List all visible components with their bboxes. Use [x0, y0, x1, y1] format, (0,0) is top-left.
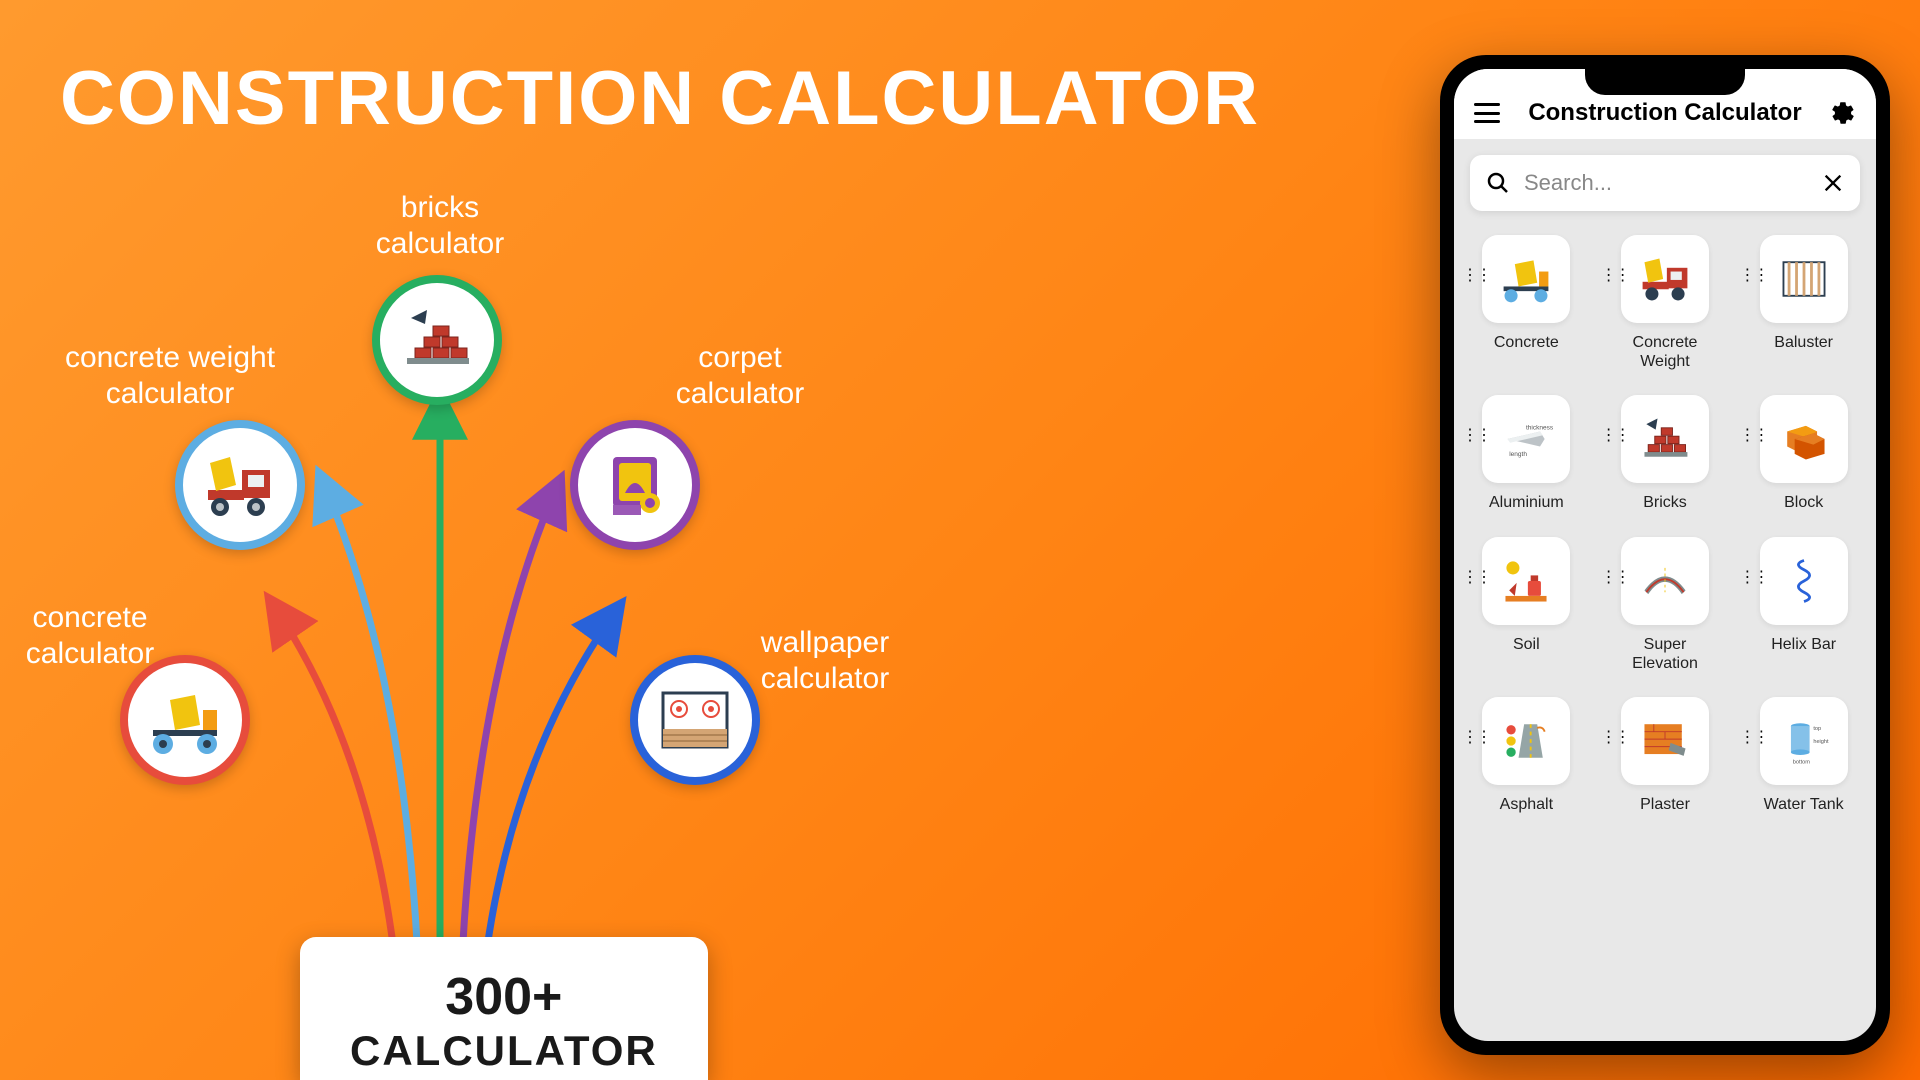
bubble-bricks [372, 275, 502, 405]
card-aluminium[interactable]: ⋮⋮ thicknesslength Aluminium [1470, 395, 1583, 512]
drag-handle-icon[interactable]: ⋮⋮ [1739, 433, 1767, 438]
bubble-concrete [120, 655, 250, 785]
card-label: Helix Bar [1771, 635, 1836, 654]
card-baluster[interactable]: ⋮⋮ Baluster [1747, 235, 1860, 371]
card-label: Super Elevation [1609, 635, 1722, 673]
label-corpet: corpetcalculator [650, 340, 830, 412]
arrow-decorations [0, 0, 1000, 1080]
wallpaper-icon [655, 685, 735, 755]
counter-number: 300+ [350, 967, 658, 1027]
drag-handle-icon[interactable]: ⋮⋮ [1462, 575, 1490, 580]
drag-handle-icon[interactable]: ⋮⋮ [1462, 433, 1490, 438]
label-concrete: concretecalculator [0, 600, 180, 672]
bubble-wallpaper [630, 655, 760, 785]
app-title: Construction Calculator [1528, 99, 1801, 127]
phone-notch [1585, 69, 1745, 95]
card-asphalt[interactable]: ⋮⋮ Asphalt [1470, 697, 1583, 814]
label-concrete-weight: concrete weightcalculator [40, 340, 300, 412]
card-label: Bricks [1643, 493, 1687, 512]
card-label: Block [1784, 493, 1823, 512]
card-plaster[interactable]: ⋮⋮ Plaster [1609, 697, 1722, 814]
search-icon [1486, 171, 1510, 195]
card-label: Water Tank [1764, 795, 1844, 814]
card-bricks[interactable]: ⋮⋮ Bricks [1609, 395, 1722, 512]
page-title: CONSTRUCTION CALCULATOR [60, 55, 1260, 142]
search-bar[interactable]: Search... [1470, 155, 1860, 211]
bubble-concrete-weight [175, 420, 305, 550]
mixer-icon [145, 680, 225, 760]
drag-handle-icon[interactable]: ⋮⋮ [1462, 273, 1490, 278]
card-soil[interactable]: ⋮⋮ Soil [1470, 537, 1583, 673]
svg-text:top: top [1813, 726, 1821, 732]
app-grid: ⋮⋮ Concrete ⋮⋮ Concrete Weight ⋮⋮ Balust… [1470, 235, 1860, 814]
gear-icon[interactable] [1830, 100, 1856, 126]
card-label: Soil [1513, 635, 1540, 654]
bricks-icon [397, 300, 477, 380]
card-label: Concrete [1494, 333, 1559, 352]
label-bricks: brickscalculator [350, 190, 530, 262]
drag-handle-icon[interactable]: ⋮⋮ [1601, 273, 1629, 278]
card-label: Plaster [1640, 795, 1690, 814]
card-super-elevation[interactable]: ⋮⋮ Super Elevation [1609, 537, 1722, 673]
card-label: Aluminium [1489, 493, 1564, 512]
drag-handle-icon[interactable]: ⋮⋮ [1601, 433, 1629, 438]
card-water-tank[interactable]: ⋮⋮ topheightbottom Water Tank [1747, 697, 1860, 814]
card-icon: thickness length [1482, 395, 1570, 483]
card-icon [1482, 537, 1570, 625]
counter-box: 300+ CALCULATOR [300, 937, 708, 1080]
phone-screen: Construction Calculator Search... ⋮⋮ Con… [1454, 69, 1876, 1041]
card-icon [1482, 235, 1570, 323]
close-icon[interactable] [1822, 172, 1844, 194]
svg-text:bottom: bottom [1792, 759, 1809, 765]
card-icon: top height bottom [1760, 697, 1848, 785]
drag-handle-icon[interactable]: ⋮⋮ [1739, 735, 1767, 740]
card-icon [1760, 395, 1848, 483]
counter-label: CALCULATOR [350, 1027, 658, 1075]
card-label: Baluster [1774, 333, 1833, 352]
drag-handle-icon[interactable]: ⋮⋮ [1601, 575, 1629, 580]
truck-icon [200, 445, 280, 525]
app-body: Search... ⋮⋮ Concrete ⋮⋮ Concrete Weight… [1454, 139, 1876, 830]
drag-handle-icon[interactable]: ⋮⋮ [1739, 273, 1767, 278]
card-icon [1760, 537, 1848, 625]
card-helix-bar[interactable]: ⋮⋮ Helix Bar [1747, 537, 1860, 673]
label-wallpaper: wallpapercalculator [735, 625, 915, 697]
menu-icon[interactable] [1474, 103, 1500, 123]
card-icon [1760, 235, 1848, 323]
card-icon [1621, 537, 1709, 625]
card-icon [1621, 395, 1709, 483]
card-concrete[interactable]: ⋮⋮ Concrete [1470, 235, 1583, 371]
bubble-corpet [570, 420, 700, 550]
card-concrete-weight[interactable]: ⋮⋮ Concrete Weight [1609, 235, 1722, 371]
svg-text:length: length [1510, 451, 1528, 458]
card-icon [1621, 235, 1709, 323]
card-label: Asphalt [1500, 795, 1553, 814]
phone-mockup: Construction Calculator Search... ⋮⋮ Con… [1440, 55, 1890, 1055]
search-input[interactable]: Search... [1524, 170, 1808, 196]
drag-handle-icon[interactable]: ⋮⋮ [1462, 735, 1490, 740]
card-icon [1621, 697, 1709, 785]
drag-handle-icon[interactable]: ⋮⋮ [1739, 575, 1767, 580]
card-block[interactable]: ⋮⋮ Block [1747, 395, 1860, 512]
svg-text:height: height [1813, 739, 1829, 745]
card-icon [1482, 697, 1570, 785]
carpet-icon [595, 445, 675, 525]
card-label: Concrete Weight [1609, 333, 1722, 371]
drag-handle-icon[interactable]: ⋮⋮ [1601, 735, 1629, 740]
svg-text:thickness: thickness [1526, 425, 1554, 432]
